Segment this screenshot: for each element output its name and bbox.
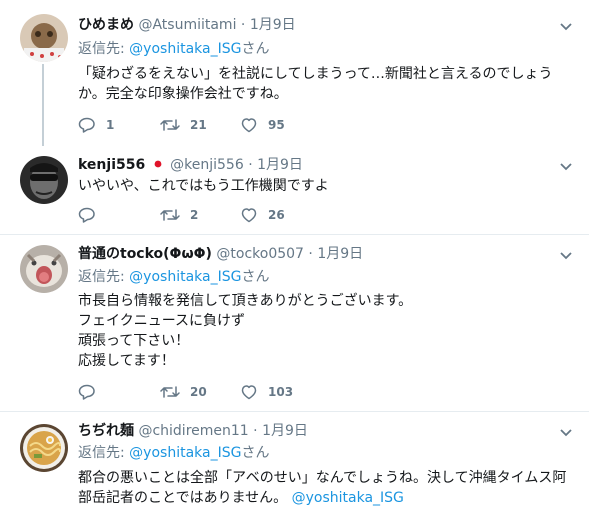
reply-prefix: 返信先: bbox=[78, 41, 130, 57]
mention-link[interactable]: @yoshitaka_ISG bbox=[292, 490, 404, 506]
retweet-count: 21 bbox=[190, 118, 207, 132]
timestamp[interactable]: 1月9日 bbox=[257, 157, 303, 173]
reply-suffix: さん bbox=[241, 41, 270, 57]
tweet-text: 「疑わざるをえない」を社説にしてしまうって…新聞社と言えるのでしょうか。完全な印… bbox=[78, 66, 553, 102]
chevron-down-icon[interactable] bbox=[559, 428, 573, 438]
like-count: 95 bbox=[268, 118, 285, 132]
avatar[interactable] bbox=[20, 14, 68, 62]
user-handle[interactable]: @chidiremen11 bbox=[138, 423, 248, 439]
reply-button[interactable] bbox=[78, 383, 106, 401]
like-icon bbox=[241, 385, 257, 400]
chevron-down-icon[interactable] bbox=[559, 251, 573, 261]
like-icon bbox=[241, 208, 257, 223]
reply-button[interactable]: 1 bbox=[78, 116, 114, 134]
tweet-header: ひめまめ @Atsumiitami · 1月9日 bbox=[78, 16, 296, 34]
reply-mention-link[interactable]: @yoshitaka_ISG bbox=[129, 41, 241, 57]
tweet-1[interactable]: ひめまめ @Atsumiitami · 1月9日 返信先: @yoshitaka… bbox=[0, 0, 589, 146]
user-handle[interactable]: @Atsumiitami bbox=[138, 17, 236, 33]
retweet-icon bbox=[160, 209, 180, 221]
separator-dot: · bbox=[308, 246, 313, 262]
tweet-text-line: フェイクニュースに負けず bbox=[78, 313, 246, 329]
tweet-4[interactable]: ちぢれ麺 @chidiremen11 · 1月9日 返信先: @yoshitak… bbox=[0, 412, 589, 521]
timestamp[interactable]: 1月9日 bbox=[317, 246, 363, 262]
timestamp[interactable]: 1月9日 bbox=[250, 17, 296, 33]
tweet-header: kenji556 @kenji556 · 1月9日 bbox=[78, 156, 303, 174]
retweet-button[interactable]: 21 bbox=[160, 116, 207, 134]
avatar[interactable] bbox=[20, 245, 68, 293]
separator-dot: · bbox=[248, 157, 253, 173]
retweet-count: 20 bbox=[190, 385, 207, 399]
separator-dot: · bbox=[240, 17, 246, 33]
tweet-text-line: 頑張って下さい！ bbox=[78, 333, 190, 349]
reply-prefix: 返信先: bbox=[78, 269, 130, 285]
tweet-3[interactable]: 普通のtocko(ΦωΦ) @tocko0507 · 1月9日 返信先: @yo… bbox=[0, 235, 589, 411]
reply-count: 1 bbox=[106, 118, 115, 132]
retweet-count: 2 bbox=[190, 208, 199, 222]
avatar[interactable] bbox=[20, 156, 68, 204]
reply-button[interactable] bbox=[78, 206, 106, 224]
like-button[interactable]: 26 bbox=[240, 206, 285, 224]
retweet-button[interactable]: 2 bbox=[160, 206, 198, 224]
like-button[interactable]: 95 bbox=[240, 116, 285, 134]
reply-mention-link[interactable]: @yoshitaka_ISG bbox=[129, 269, 241, 285]
avatar[interactable] bbox=[20, 424, 68, 472]
retweet-button[interactable]: 20 bbox=[160, 383, 207, 401]
reply-suffix: さん bbox=[241, 445, 270, 461]
like-count: 26 bbox=[268, 208, 285, 222]
tweet-header: 普通のtocko(ΦωΦ) @tocko0507 · 1月9日 bbox=[78, 245, 363, 263]
chevron-down-icon[interactable] bbox=[559, 22, 573, 32]
like-icon bbox=[241, 118, 257, 133]
reply-to: 返信先: @yoshitaka_ISGさん bbox=[78, 268, 269, 286]
separator-dot: · bbox=[253, 423, 258, 439]
tweet-text: 都合の悪いことは全部「アベのせい」なんでしょうね。決して沖縄タイムス阿部岳記者の… bbox=[78, 468, 568, 508]
retweet-icon bbox=[160, 386, 180, 398]
reply-to: 返信先: @yoshitaka_ISGさん bbox=[78, 444, 269, 462]
retweet-icon bbox=[160, 119, 180, 131]
reply-prefix: 返信先: bbox=[78, 445, 130, 461]
tweet-header: ちぢれ麺 @chidiremen11 · 1月9日 bbox=[78, 422, 308, 440]
reply-suffix: さん bbox=[241, 269, 270, 285]
tweet-text-line: 市長自ら情報を発信して頂きありがとうございます。 bbox=[78, 293, 413, 309]
reply-icon bbox=[78, 117, 95, 133]
tweet-2[interactable]: kenji556 @kenji556 · 1月9日 いやいや、これではもう工作機… bbox=[0, 146, 589, 234]
display-name[interactable]: ちぢれ麺 bbox=[78, 423, 134, 439]
display-name[interactable]: 普通のtocko(ΦωΦ) bbox=[78, 246, 212, 262]
tweet-text: いやいや、これではもう工作機関ですよ bbox=[78, 178, 329, 194]
japan-flag-icon bbox=[151, 158, 164, 170]
like-count: 103 bbox=[268, 385, 294, 399]
user-handle[interactable]: @kenji556 bbox=[170, 157, 244, 173]
user-handle[interactable]: @tocko0507 bbox=[216, 246, 304, 262]
chevron-down-icon[interactable] bbox=[559, 162, 573, 172]
reply-mention-link[interactable]: @yoshitaka_ISG bbox=[129, 445, 241, 461]
like-button[interactable]: 103 bbox=[240, 383, 293, 401]
timestamp[interactable]: 1月9日 bbox=[262, 423, 308, 439]
reply-icon bbox=[78, 207, 95, 223]
display-name[interactable]: ひめまめ bbox=[78, 17, 134, 33]
display-name[interactable]: kenji556 bbox=[78, 157, 145, 173]
tweet-text-line: 応援してます！ bbox=[78, 353, 175, 369]
reply-to: 返信先: @yoshitaka_ISGさん bbox=[78, 40, 269, 58]
tweet-text: 市長自ら情報を発信して頂きありがとうございます。 フェイクニュースに負けず 頑張… bbox=[78, 291, 568, 371]
reply-icon bbox=[78, 384, 95, 400]
